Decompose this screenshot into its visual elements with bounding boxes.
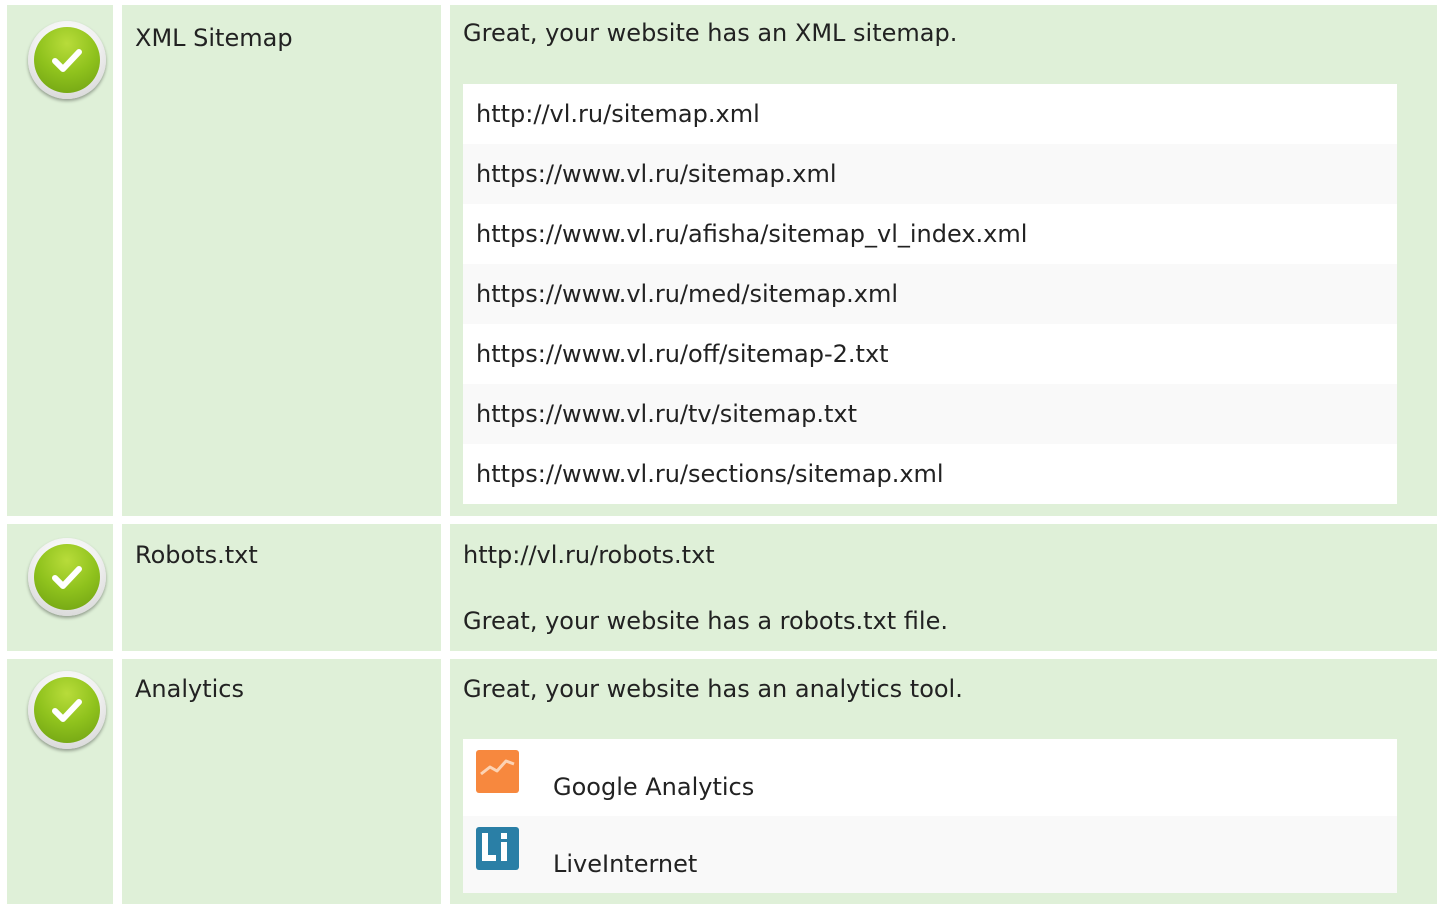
result-message: Great, your website has an analytics too… (463, 675, 963, 703)
status-cell (7, 659, 113, 904)
check-circle-icon (28, 21, 106, 99)
sitemap-item: https://www.vl.ru/sitemap.xml (463, 144, 1397, 204)
content-cell: Great, your website has an analytics too… (450, 659, 1437, 904)
status-cell (7, 524, 113, 651)
label-cell: Robots.txt (122, 524, 441, 651)
analytics-tools-list: Google Analytics LiveInternet (463, 739, 1397, 893)
tool-name: LiveInternet (553, 850, 698, 878)
robots-txt-row: Robots.txt http://vl.ru/robots.txt Great… (0, 524, 1446, 651)
analytics-row: Analytics Great, your website has an ana… (0, 659, 1446, 904)
sitemap-item: https://www.vl.ru/afisha/sitemap_vl_inde… (463, 204, 1397, 264)
tool-name: Google Analytics (553, 773, 755, 801)
google-analytics-icon (476, 750, 519, 793)
sitemap-item: https://www.vl.ru/off/sitemap-2.txt (463, 324, 1397, 384)
status-cell (7, 5, 113, 516)
sitemap-item: https://www.vl.ru/tv/sitemap.txt (463, 384, 1397, 444)
check-label: XML Sitemap (135, 24, 293, 52)
label-cell: XML Sitemap (122, 5, 441, 516)
content-cell: http://vl.ru/robots.txt Great, your webs… (450, 524, 1437, 651)
result-message: Great, your website has a robots.txt fil… (463, 607, 948, 635)
check-circle-icon (28, 538, 106, 616)
sitemap-item: https://www.vl.ru/med/sitemap.xml (463, 264, 1397, 324)
analytics-tool-item: Google Analytics (463, 739, 1397, 816)
check-label: Analytics (135, 675, 244, 703)
xml-sitemap-row: XML Sitemap Great, your website has an X… (0, 5, 1446, 516)
check-circle-icon (28, 671, 106, 749)
sitemap-list: http://vl.ru/sitemap.xml https://www.vl.… (463, 84, 1397, 504)
liveinternet-icon (476, 827, 519, 870)
sitemap-item: https://www.vl.ru/sections/sitemap.xml (463, 444, 1397, 504)
sitemap-item: http://vl.ru/sitemap.xml (463, 84, 1397, 144)
result-message: Great, your website has an XML sitemap. (463, 19, 958, 47)
label-cell: Analytics (122, 659, 441, 904)
analytics-tool-item: LiveInternet (463, 816, 1397, 893)
check-label: Robots.txt (135, 541, 258, 569)
robots-url: http://vl.ru/robots.txt (463, 541, 715, 569)
content-cell: Great, your website has an XML sitemap. … (450, 5, 1437, 516)
